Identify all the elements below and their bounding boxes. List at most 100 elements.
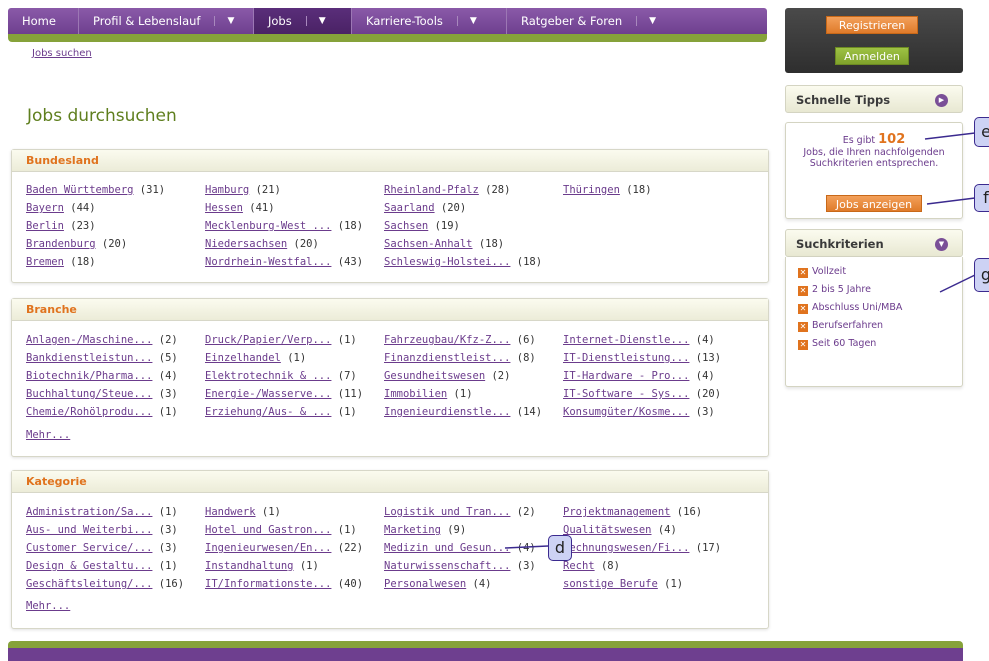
chevron-down-icon[interactable]: ▼ [305,16,326,26]
chevron-down-icon[interactable]: ▼ [935,238,948,251]
bundesland-link[interactable]: Bayern [26,202,64,214]
kategorie-more-link[interactable]: Mehr... [26,600,70,612]
bundesland-link[interactable]: Saarland [384,202,435,214]
branche-link[interactable]: IT-Dienstleistung... [563,352,689,364]
branche-link[interactable]: Energie-/Wasserve... [205,388,331,400]
branche-link[interactable]: Fahrzeugbau/Kfz-Z... [384,334,510,346]
branche-link[interactable]: Erziehung/Aus- & ... [205,406,331,418]
branche-link[interactable]: Finanzdienstleist... [384,352,510,364]
kategorie-link[interactable]: Customer Service/... [26,542,152,554]
branche-count: (8) [516,352,536,364]
bundesland-link[interactable]: Niedersachsen [205,238,287,250]
bundesland-link[interactable]: Hessen [205,202,243,214]
kategorie-link[interactable]: Administration/Sa... [26,506,152,518]
remove-icon[interactable]: ✕ [798,304,808,314]
kategorie-link[interactable]: Personalwesen [384,578,466,590]
list-item: Niedersachsen (20) [205,235,363,253]
quick-tips-header[interactable]: Schnelle Tipps ▶ [785,85,963,113]
criteria-item[interactable]: ✕ Berufserfahren [798,320,883,332]
kategorie-link[interactable]: Projektmanagement [563,506,670,518]
branche-link[interactable]: Druck/Papier/Verp... [205,334,331,346]
chevron-down-icon[interactable]: ▼ [214,16,234,26]
bundesland-link[interactable]: Schleswig-Holstei... [384,256,510,268]
bundesland-link[interactable]: Nordrhein-Westfal... [205,256,331,268]
branche-link[interactable]: Biotechnik/Pharma... [26,370,152,382]
kategorie-link[interactable]: Rechnungswesen/Fi... [563,542,689,554]
chevron-down-icon[interactable]: ▼ [636,16,656,26]
nav-home[interactable]: Home [8,8,79,34]
bundesland-link[interactable]: Sachsen-Anhalt [384,238,473,250]
branche-link[interactable]: Anlagen-/Maschine... [26,334,152,346]
kategorie-link[interactable]: Instandhaltung [205,560,294,572]
kategorie-link[interactable]: Logistik und Tran... [384,506,510,518]
annotation-d: d [548,535,572,561]
branche-link[interactable]: IT-Hardware - Pro... [563,370,689,382]
kategorie-link[interactable]: Hotel und Gastron... [205,524,331,536]
list-item: Druck/Papier/Verp... (1) [205,331,363,349]
annotation-f: f [974,184,989,212]
login-button[interactable]: Anmelden [835,47,909,65]
branche-link[interactable]: Chemie/Rohölprodu... [26,406,152,418]
bundesland-column: Hamburg (21) Hessen (41) Mecklenburg-West … [205,181,363,271]
kategorie-column: Administration/Sa... (1) Aus- und Weiterb… [26,503,184,593]
nav-ratgeber[interactable]: Ratgeber & Foren ▼ [507,8,667,34]
show-jobs-button[interactable]: Jobs anzeigen [826,195,922,212]
bundesland-link[interactable]: Mecklenburg-West ... [205,220,331,232]
criteria-item[interactable]: ✕ Abschluss Uni/MBA [798,302,902,314]
bundesland-panel: Bundesland Baden Württemberg (31) Bayern … [11,149,769,283]
bundesland-link[interactable]: Hamburg [205,184,249,196]
branche-heading: Branche [12,299,768,321]
register-button[interactable]: Registrieren [826,16,918,34]
bundesland-link[interactable]: Sachsen [384,220,428,232]
breadcrumb-jobs-suchen[interactable]: Jobs suchen [32,48,92,59]
kategorie-link[interactable]: Handwerk [205,506,256,518]
branche-column: Anlagen-/Maschine... (2) Bankdienstleistu… [26,331,178,421]
kategorie-link[interactable]: Design & Gestaltu... [26,560,152,572]
criteria-item[interactable]: ✕ 2 bis 5 Jahre [798,284,871,296]
search-criteria-header[interactable]: Suchkriterien ▼ [785,229,963,257]
kategorie-link[interactable]: Ingenieurwesen/En... [205,542,331,554]
branche-link[interactable]: Elektrotechnik & ... [205,370,331,382]
list-item: Energie-/Wasserve... (11) [205,385,363,403]
branche-link[interactable]: Buchhaltung/Steue... [26,388,152,400]
bundesland-link[interactable]: Berlin [26,220,64,232]
bundesland-link[interactable]: Thüringen [563,184,620,196]
bundesland-heading: Bundesland [12,150,768,172]
remove-icon[interactable]: ✕ [798,322,808,332]
branche-link[interactable]: Ingenieurdienstle... [384,406,510,418]
kategorie-link[interactable]: Geschäftsleitung/... [26,578,152,590]
kategorie-link[interactable]: sonstige Berufe [563,578,658,590]
nav-jobs[interactable]: Jobs ▼ [254,8,352,34]
kategorie-link[interactable]: Recht [563,560,595,572]
bundesland-link[interactable]: Rheinland-Pfalz [384,184,479,196]
kategorie-link[interactable]: Marketing [384,524,441,536]
branche-link[interactable]: IT-Software - Sys... [563,388,689,400]
kategorie-link[interactable]: IT/Informationste... [205,578,331,590]
bundesland-count: (28) [485,184,511,196]
nav-karriere-tools[interactable]: Karriere-Tools ▼ [352,8,507,34]
branche-more-link[interactable]: Mehr... [26,429,70,441]
branche-link[interactable]: Immobilien [384,388,447,400]
kategorie-link[interactable]: Naturwissenschaft... [384,560,510,572]
kategorie-link[interactable]: Aus- und Weiterbi... [26,524,152,536]
arrow-right-icon[interactable]: ▶ [935,94,948,107]
remove-icon[interactable]: ✕ [798,286,808,296]
bundesland-link[interactable]: Bremen [26,256,64,268]
search-criteria-title: Suchkriterien [796,237,884,251]
bundesland-link[interactable]: Baden Württemberg [26,184,133,196]
remove-icon[interactable]: ✕ [798,268,808,278]
remove-icon[interactable]: ✕ [798,340,808,350]
criteria-item[interactable]: ✕ Seit 60 Tagen [798,338,876,350]
bundesland-link[interactable]: Brandenburg [26,238,96,250]
branche-link[interactable]: Bankdienstleistun... [26,352,152,364]
chevron-down-icon[interactable]: ▼ [456,16,477,26]
kategorie-link[interactable]: Medizin und Gesun... [384,542,510,554]
kategorie-link[interactable]: Qualitätswesen [563,524,652,536]
branche-link[interactable]: Gesundheitswesen [384,370,485,382]
branche-link[interactable]: Internet-Dienstle... [563,334,689,346]
branche-link[interactable]: Konsumgüter/Kosme... [563,406,689,418]
list-item: Ingenieurwesen/En... (22) [205,539,363,557]
branche-link[interactable]: Einzelhandel [205,352,281,364]
criteria-item[interactable]: ✕ Vollzeit [798,266,846,278]
nav-profil[interactable]: Profil & Lebenslauf ▼ [79,8,254,34]
